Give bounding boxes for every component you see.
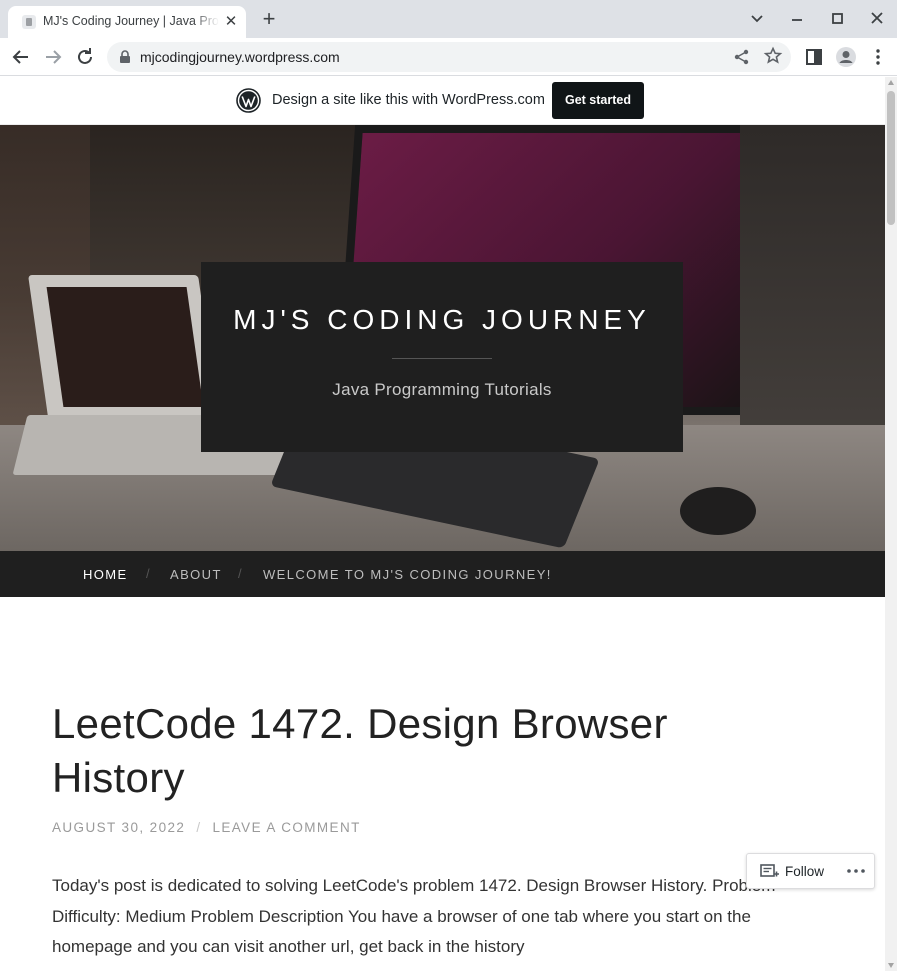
more-options-icon[interactable] bbox=[845, 860, 867, 882]
nav-item-welcome[interactable]: WELCOME TO MJ'S CODING JOURNEY! bbox=[263, 567, 552, 582]
side-panel-icon[interactable] bbox=[802, 45, 826, 69]
post-date[interactable]: AUGUST 30, 2022 bbox=[52, 820, 185, 835]
nav-separator: / bbox=[146, 566, 150, 581]
post-title[interactable]: LeetCode 1472. Design Browser History bbox=[52, 697, 672, 805]
back-arrow-icon[interactable] bbox=[9, 45, 33, 69]
nav-separator: / bbox=[238, 566, 242, 581]
post-excerpt: Today's post is dedicated to solving Lee… bbox=[52, 876, 776, 956]
minimize-icon[interactable] bbox=[786, 9, 808, 29]
page-scrollbar[interactable] bbox=[885, 77, 897, 971]
scroll-down-arrow-icon[interactable] bbox=[888, 963, 894, 968]
scroll-up-arrow-icon[interactable] bbox=[888, 80, 894, 85]
new-tab-icon[interactable]: + bbox=[258, 8, 280, 31]
site-branding-box: MJ'S CODING JOURNEY Java Programming Tut… bbox=[201, 262, 683, 452]
post-meta: AUGUST 30, 2022 / LEAVE A COMMENT bbox=[52, 820, 361, 835]
bookmark-star-icon[interactable] bbox=[763, 46, 783, 66]
maximize-icon[interactable] bbox=[826, 9, 848, 29]
tab-title: MJ's Coding Journey | Java Programming T… bbox=[43, 14, 219, 28]
site-tagline: Java Programming Tutorials bbox=[332, 380, 552, 399]
header-image: MJ'S CODING JOURNEY Java Programming Tut… bbox=[0, 125, 885, 551]
title-divider bbox=[392, 358, 492, 359]
wordpress-promo-text: Design a site like this with WordPress.c… bbox=[272, 92, 545, 108]
address-bar[interactable]: mjcodingjourney.wordpress.com bbox=[107, 42, 791, 72]
meta-separator: / bbox=[196, 820, 202, 835]
wordpress-logo-icon[interactable] bbox=[236, 88, 261, 113]
profile-avatar-icon[interactable] bbox=[834, 45, 858, 69]
close-tab-icon[interactable]: ✕ bbox=[222, 13, 240, 31]
share-icon[interactable] bbox=[732, 47, 752, 67]
close-window-icon[interactable] bbox=[866, 9, 888, 29]
nav-item-about[interactable]: ABOUT bbox=[170, 567, 222, 582]
browser-tab-strip: MJ's Coding Journey | Java Programming T… bbox=[0, 0, 897, 38]
lock-icon[interactable] bbox=[119, 50, 131, 64]
web-page: Design a site like this with WordPress.c… bbox=[0, 77, 885, 971]
browser-toolbar: mjcodingjourney.wordpress.com bbox=[0, 38, 897, 76]
site-favicon-icon bbox=[22, 15, 36, 29]
wordpress-promo-banner: Design a site like this with WordPress.c… bbox=[0, 77, 885, 125]
nav-item-home[interactable]: HOME bbox=[83, 567, 128, 582]
leave-comment-link[interactable]: LEAVE A COMMENT bbox=[212, 820, 360, 835]
main-navigation: HOME / ABOUT / WELCOME TO MJ'S CODING JO… bbox=[0, 551, 885, 597]
browser-menu-icon[interactable] bbox=[866, 45, 890, 69]
site-title[interactable]: MJ'S CODING JOURNEY bbox=[201, 304, 683, 336]
laptop-screen-shape bbox=[46, 287, 204, 407]
follow-widget: Follow bbox=[746, 853, 875, 889]
scrollbar-thumb[interactable] bbox=[887, 91, 895, 225]
forward-arrow-icon[interactable] bbox=[41, 45, 65, 69]
url-text[interactable]: mjcodingjourney.wordpress.com bbox=[140, 49, 340, 65]
tab-search-icon[interactable] bbox=[746, 9, 768, 29]
get-started-button[interactable]: Get started bbox=[552, 82, 644, 119]
browser-tab-active[interactable]: MJ's Coding Journey | Java Programming T… bbox=[8, 6, 246, 38]
follow-button-label[interactable]: Follow bbox=[785, 864, 824, 879]
reload-icon[interactable] bbox=[73, 45, 97, 69]
reader-follow-icon[interactable] bbox=[760, 864, 780, 880]
mouse-shape bbox=[680, 487, 756, 535]
